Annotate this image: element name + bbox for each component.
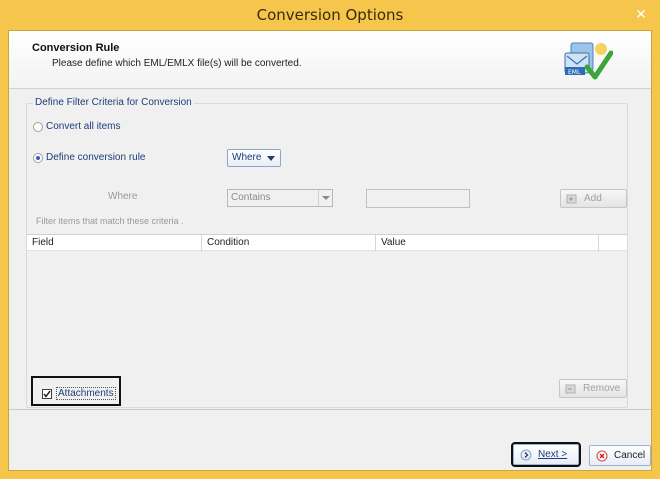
convert-all-label: Convert all items <box>46 121 121 132</box>
criteria-table[interactable]: Field Condition Value <box>27 234 627 369</box>
header-panel: Conversion Rule Please define which EML/… <box>9 31 651 89</box>
window-title: Conversion Options <box>256 6 404 24</box>
where-dropdown[interactable]: Where <box>227 149 281 167</box>
next-button[interactable]: Next > <box>511 442 581 467</box>
column-header-value[interactable]: Value <box>376 235 599 251</box>
arrow-right-icon <box>520 449 532 460</box>
header-title: Conversion Rule <box>32 42 120 54</box>
column-header-field[interactable]: Field <box>27 235 202 251</box>
radio-circle[interactable] <box>33 121 43 132</box>
attachments-checkbox[interactable]: Attachments <box>42 387 116 400</box>
attachments-highlight: Attachments <box>31 376 121 406</box>
filter-criteria-group: Define Filter Criteria for Conversion Co… <box>26 97 628 408</box>
next-label: Next > <box>538 449 568 460</box>
add-button[interactable]: Add <box>560 189 627 208</box>
cancel-label: Cancel <box>614 450 646 461</box>
convert-all-radio[interactable]: Convert all items <box>33 121 120 132</box>
add-icon <box>566 194 577 203</box>
eml-checkmark-icon: EML <box>564 42 613 80</box>
remove-icon <box>565 384 576 393</box>
condition-select[interactable]: Contains <box>227 189 333 207</box>
chevron-down-icon <box>267 156 275 161</box>
condition-value: Contains <box>231 192 271 203</box>
cancel-button[interactable]: Cancel <box>589 445 651 466</box>
attachments-label: Attachments <box>56 387 116 400</box>
checkbox-checked[interactable] <box>42 388 52 399</box>
define-rule-label: Define conversion rule <box>46 152 146 163</box>
group-legend: Define Filter Criteria for Conversion <box>33 97 194 108</box>
value-input[interactable] <box>366 189 470 208</box>
add-label: Add <box>584 193 602 204</box>
header-description: Please define which EML/EMLX file(s) wil… <box>52 58 302 69</box>
where-dropdown-value: Where <box>232 152 262 163</box>
filter-caption: Filter items that match these criteria . <box>36 216 184 226</box>
check-icon <box>43 390 51 398</box>
svg-text:EML: EML <box>568 69 581 76</box>
title-bar[interactable]: Conversion Options ✕ <box>0 0 660 30</box>
remove-label: Remove <box>583 383 621 394</box>
where-field-label: Where <box>108 191 138 202</box>
remove-button[interactable]: Remove <box>559 379 627 398</box>
chevron-down-icon <box>318 190 332 206</box>
column-header-condition[interactable]: Condition <box>202 235 376 251</box>
radio-circle-selected[interactable] <box>33 152 43 163</box>
table-header: Field Condition Value <box>27 235 627 251</box>
cancel-icon <box>596 450 608 461</box>
dialog-body: Conversion Rule Please define which EML/… <box>8 30 652 471</box>
footer-divider <box>9 409 651 410</box>
conversion-options-window: Conversion Options ✕ Conversion Rule Ple… <box>0 0 660 479</box>
define-rule-radio[interactable]: Define conversion rule <box>33 152 146 163</box>
close-button[interactable]: ✕ <box>632 5 650 23</box>
